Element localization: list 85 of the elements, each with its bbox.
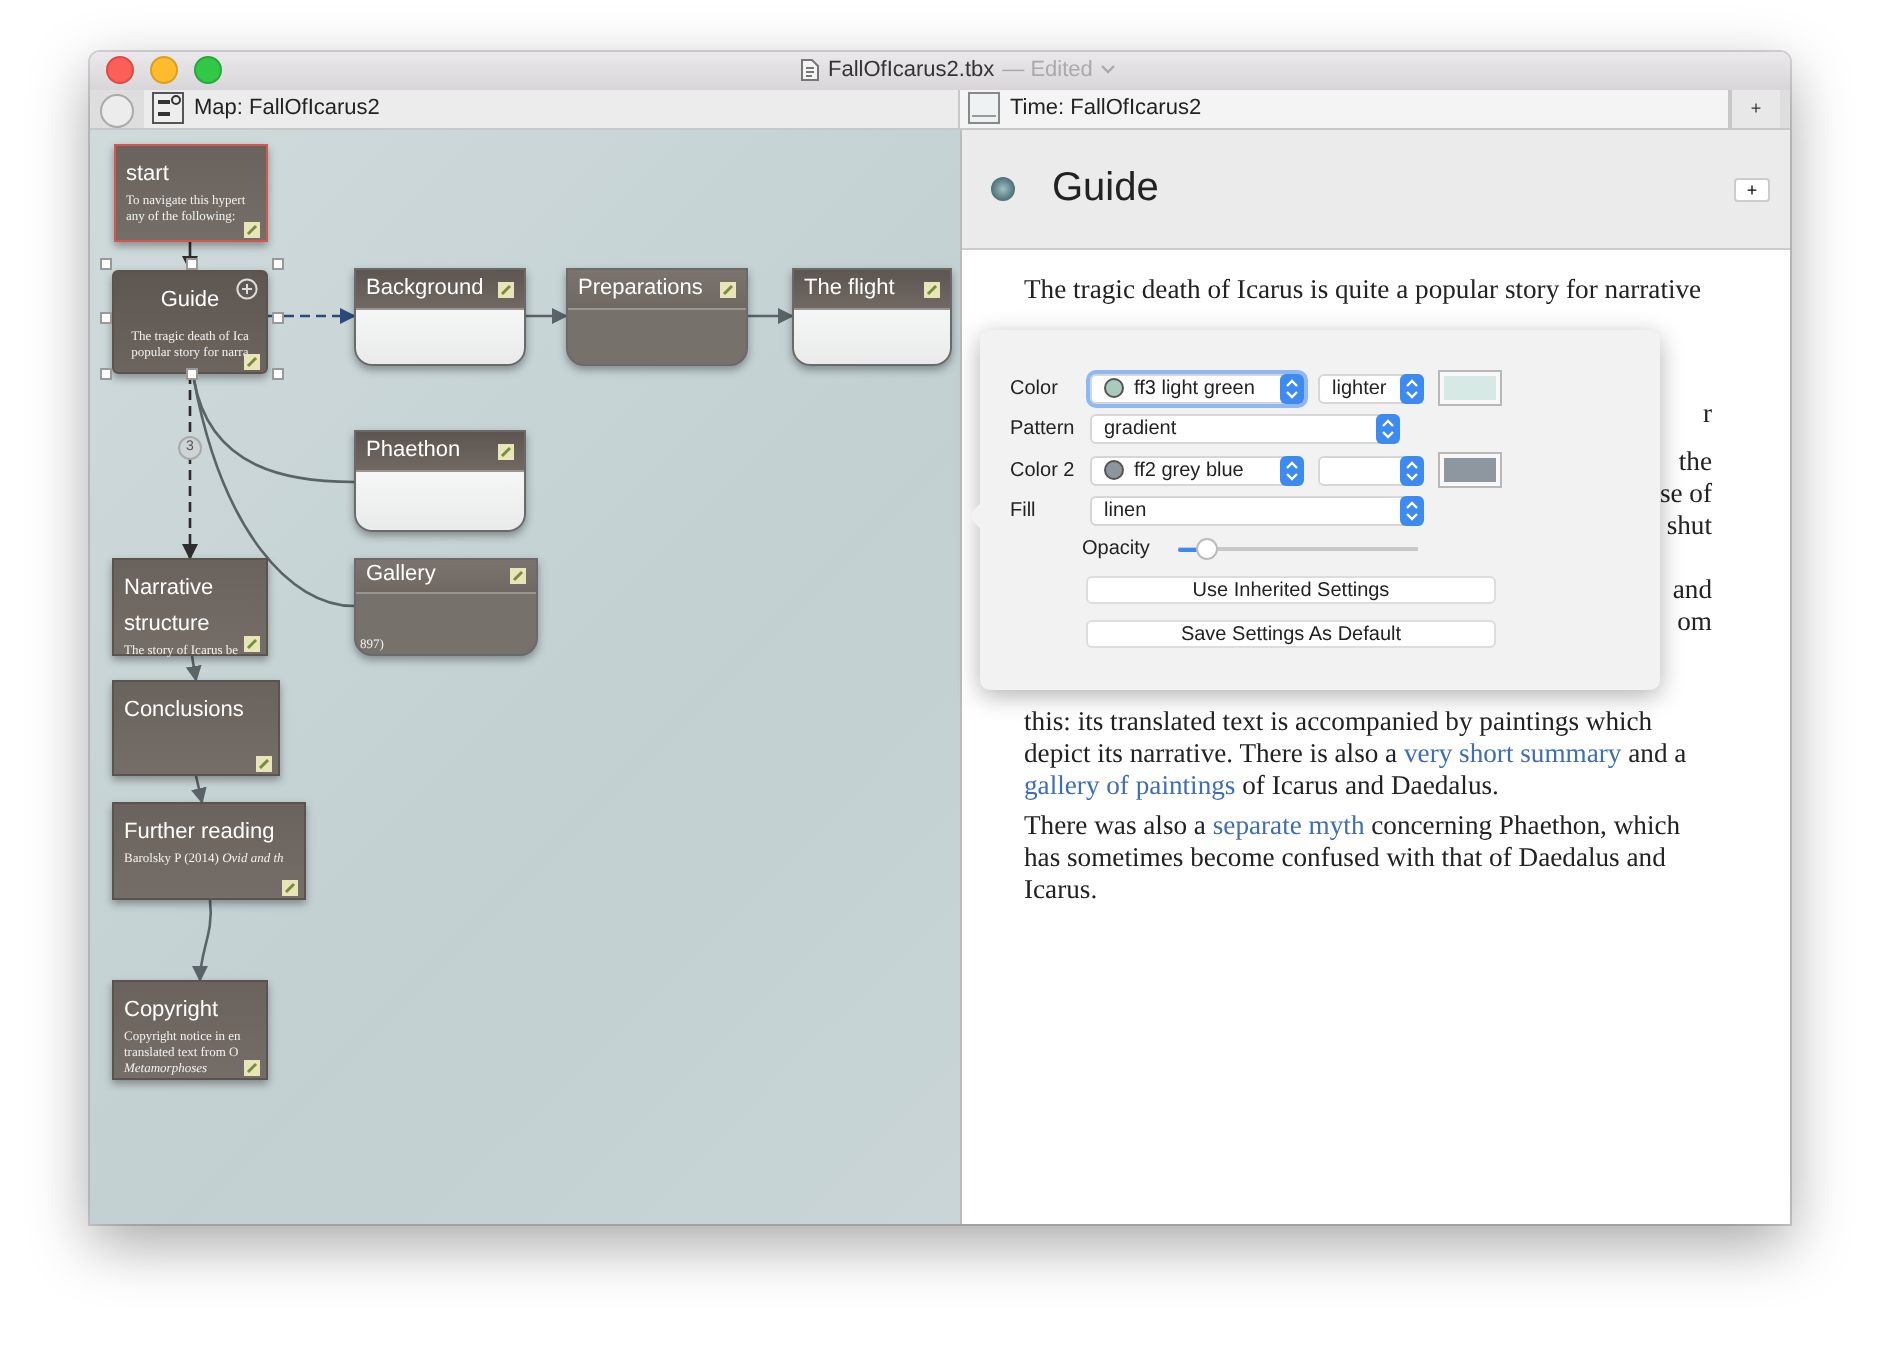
edited-status: — Edited [1002, 58, 1093, 82]
node-title: Conclusions [124, 698, 244, 722]
dropdown[interactable]: lighter [1318, 373, 1424, 403]
note-icon[interactable] [244, 1060, 260, 1076]
link-arrow [191, 775, 207, 804]
text-line: The tragic death of Icarus is quite a popular story for narrative [1024, 274, 1704, 306]
settings-button[interactable]: Save Settings As Default [1086, 620, 1496, 648]
link-arrow [192, 899, 212, 982]
node-title: Further reading [124, 820, 275, 844]
stepper-icon [1400, 496, 1424, 526]
node-title: Narrative structure [124, 576, 214, 636]
note-icon[interactable] [256, 756, 272, 772]
new-tab-button[interactable]: + [1730, 89, 1780, 128]
color-swatch[interactable] [1438, 452, 1502, 488]
node-title: Gallery [366, 562, 436, 590]
link-arrow [748, 308, 794, 324]
stepper-icon [1400, 455, 1424, 485]
chevron-icon[interactable] [1100, 64, 1117, 76]
note-icon[interactable] [924, 281, 940, 297]
note-node[interactable]: Background [354, 268, 526, 366]
document-icon [800, 58, 820, 82]
round-button[interactable] [100, 93, 134, 128]
dropdown[interactable] [1318, 455, 1424, 485]
note-icon[interactable] [510, 568, 526, 584]
note-icon[interactable] [244, 354, 260, 370]
tab[interactable]: Map: FallOfIcarus2 [144, 89, 960, 128]
note-node[interactable]: The flight [792, 268, 952, 366]
field-label: Fill [1010, 500, 1038, 522]
text-fragment: om [1677, 606, 1712, 638]
text-fragment: the [1678, 446, 1712, 478]
zoom-button[interactable] [194, 56, 222, 85]
link-arrow [185, 655, 202, 682]
text-fragment: se of [1659, 478, 1712, 510]
note-title: Guide [1052, 166, 1161, 212]
text-link[interactable]: gallery of paintings [1024, 770, 1236, 800]
node-title: The flight [804, 275, 895, 303]
window-title: FallOfIcarus2.tbx [828, 58, 995, 82]
slider-thumb[interactable] [1196, 538, 1219, 560]
minimize-button[interactable] [150, 56, 178, 85]
note-icon[interactable] [244, 222, 260, 238]
node-title: Preparations [578, 275, 703, 303]
text-fragment: r [1702, 398, 1712, 430]
settings-button[interactable]: Use Inherited Settings [1086, 576, 1496, 604]
note-node[interactable]: Phaethon [354, 430, 526, 532]
note-icon[interactable] [720, 281, 736, 297]
stepper-icon [1400, 373, 1424, 403]
node-title: Background [366, 275, 484, 303]
field-label: Opacity [1082, 538, 1150, 560]
text-link[interactable]: separate myth [1212, 810, 1365, 840]
field-label: Color [1010, 377, 1060, 399]
note-icon[interactable] [282, 880, 298, 896]
link-arrow [526, 308, 568, 324]
note-icon[interactable] [244, 636, 260, 652]
node-title: start [126, 162, 169, 186]
note-icon[interactable] [498, 281, 514, 297]
stepper-icon [1376, 414, 1400, 444]
dropdown[interactable]: gradient [1090, 414, 1400, 444]
text-fragment: shut [1666, 510, 1712, 542]
text-link[interactable]: very short summary [1404, 738, 1622, 768]
link-arrow [268, 308, 356, 324]
timeline-view-icon [968, 92, 1000, 125]
node-title: Copyright [124, 998, 219, 1022]
dropdown[interactable]: ff3 light green [1090, 373, 1304, 403]
plus-circle-icon[interactable] [236, 278, 258, 300]
map-view-icon [152, 92, 184, 125]
text-fragment: and [1672, 574, 1712, 606]
field-label: Pattern [1010, 418, 1077, 440]
node-title: Guide [160, 288, 220, 312]
color-swatch[interactable] [1438, 370, 1502, 406]
note-node[interactable]: Conclusions [112, 680, 280, 776]
tab[interactable]: Time: FallOfIcarus2 [960, 89, 1730, 128]
selection-handles-drawing[interactable] [100, 258, 284, 380]
add-button[interactable]: + [1734, 177, 1770, 201]
stepper-icon [1280, 373, 1304, 403]
dropdown[interactable]: linen [1090, 496, 1424, 526]
note-icon[interactable] [498, 443, 514, 459]
paragraph: There was also a separate myth concerning Phaethon, which has sometimes become confused with that of Daedalus and Icarus. [1024, 810, 1683, 906]
stepper-icon [1280, 455, 1304, 485]
paragraph: this: its translated text is accompanied by paintings which depict its narrative. There is also a very short summary and a gallery of paintings of Icarus and Daedalus. [1024, 706, 1689, 802]
note-node[interactable]: Preparations [566, 268, 748, 366]
node-dot-icon [990, 176, 1016, 202]
node-title: Phaethon [366, 437, 461, 465]
dropdown[interactable]: ff2 grey blue [1090, 455, 1304, 485]
field-label: Color 2 [1010, 459, 1077, 481]
close-button[interactable] [106, 56, 134, 85]
